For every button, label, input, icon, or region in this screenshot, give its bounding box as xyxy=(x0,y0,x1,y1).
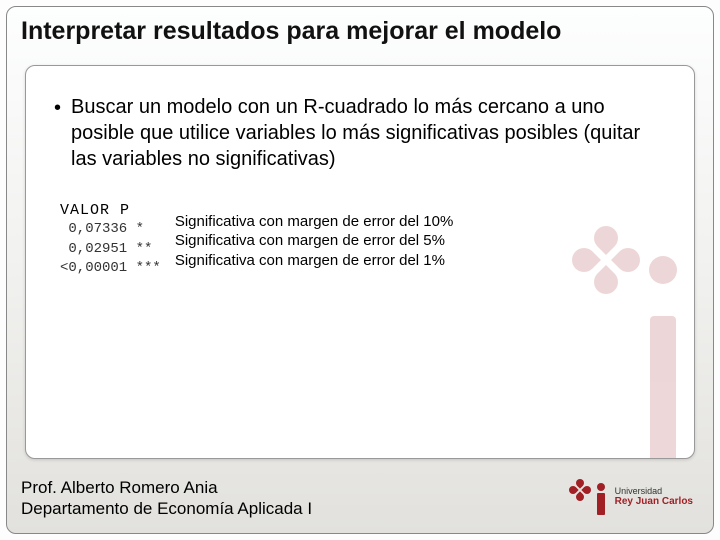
table-row: 0,07336 * xyxy=(60,221,161,239)
slide-frame: Interpretar resultados para mejorar el m… xyxy=(6,6,714,534)
bullet-marker: • xyxy=(54,94,61,172)
table-row: 0,02951 ** xyxy=(60,241,161,259)
pvalue-cell: <0,00001 *** xyxy=(60,260,161,278)
footer-department: Departamento de Economía Aplicada I xyxy=(21,498,312,519)
logo-line2: Rey Juan Carlos xyxy=(615,496,693,507)
footer: Prof. Alberto Romero Ania Departamento d… xyxy=(21,477,312,520)
pvalue-cell: 0,07336 * xyxy=(60,221,161,239)
pvalue-block: VALOR P 0,07336 * 0,02951 ** <0,00001 **… xyxy=(54,198,666,284)
logo-text: Universidad Rey Juan Carlos xyxy=(615,487,693,508)
sig-label-1: Significativa con margen de error del 1% xyxy=(175,251,453,271)
logo-mark-icon xyxy=(579,479,609,515)
sig-label-10: Significativa con margen de error del 10… xyxy=(175,212,453,232)
sig-label-5: Significativa con margen de error del 5% xyxy=(175,231,453,251)
pvalue-cell: 0,02951 ** xyxy=(60,241,161,259)
bullet-text: Buscar un modelo con un R-cuadrado lo má… xyxy=(71,94,666,172)
university-logo: Universidad Rey Juan Carlos xyxy=(579,479,693,515)
footer-author: Prof. Alberto Romero Ania xyxy=(21,477,312,498)
pvalue-header: VALOR P xyxy=(60,202,161,219)
significance-labels: Significativa con margen de error del 10… xyxy=(175,212,453,271)
bullet-item: • Buscar un modelo con un R-cuadrado lo … xyxy=(54,94,666,172)
logo-line1: Universidad xyxy=(615,487,693,497)
pvalue-table: VALOR P 0,07336 * 0,02951 ** <0,00001 **… xyxy=(54,198,169,284)
slide-title: Interpretar resultados para mejorar el m… xyxy=(21,17,561,46)
content-panel: • Buscar un modelo con un R-cuadrado lo … xyxy=(25,65,695,459)
table-row: <0,00001 *** xyxy=(60,260,161,278)
